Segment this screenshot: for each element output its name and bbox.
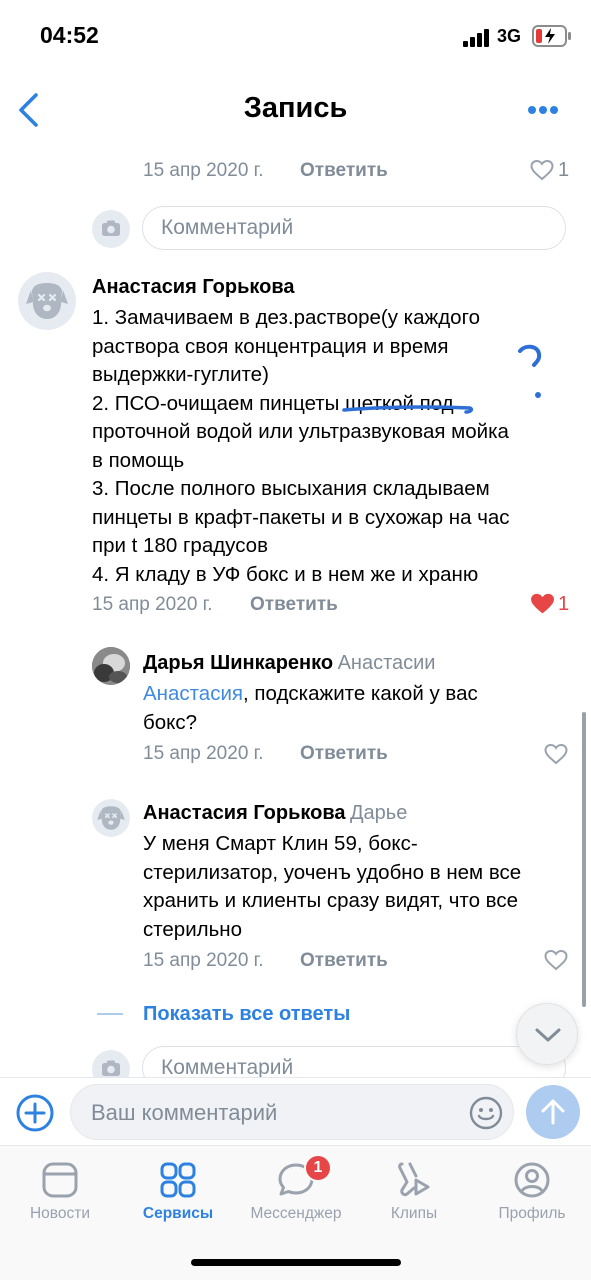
arrow-up-icon [541,1099,565,1125]
deactivated-dog-icon [97,806,125,830]
mention-link[interactable]: Анастасия [143,682,243,705]
reply-button[interactable]: Ответить [300,160,388,182]
reply-line: хранить и клиенты сразу видят, что все [143,889,518,912]
comment-input[interactable]: Ваш комментарий [70,1084,514,1140]
camera-avatar [92,210,130,248]
like-count: 1 [558,593,570,615]
comment-line: 4. Я кладу в УФ бокс и в нем же и храню [92,562,479,586]
clips-icon [398,1162,430,1197]
comment-line: 2. ПСО-очищаем пинцеты щеткой под [92,391,454,415]
battery-icon [532,25,571,47]
avatar[interactable] [18,272,76,330]
news-icon [42,1162,78,1198]
comment-date: 15 апр 2020 г. [143,160,264,181]
scroll-down-button[interactable] [516,1003,578,1065]
heart-outline-icon[interactable] [544,950,568,971]
comment-date: 15 апр 2020 г. [143,743,264,764]
comment-line: выдержки-гуглите) [92,363,269,386]
scrollbar[interactable] [582,712,586,1007]
signal-icon [463,29,489,47]
comment-field[interactable]: Комментарий [142,206,566,250]
reply-text: У меня Смарт Клин 59, бокс- стерилизатор… [143,830,573,944]
comment-line: при t 180 градусов [92,534,268,557]
comment-date: 15 апр 2020 г. [92,594,213,615]
reply-text-part: , подскажите какой у вас [243,682,478,705]
reply-header: Анастасия Горькова Дарье [143,802,407,825]
reply-line: бокс? [143,710,197,734]
profile-icon [514,1162,550,1198]
reply-line: У меня Смарт Клин 59, бокс- [143,832,418,855]
reply-to[interactable]: Дарье [350,802,407,824]
heart-outline-icon[interactable] [530,160,554,181]
comment-line: проточной водой или ультразвуковая мойка [92,420,509,443]
network-type: 3G [497,26,522,46]
comment-author[interactable]: Анастасия Горькова [92,276,295,299]
comment-line: раствора своя концентрация и время [92,334,449,358]
chevron-down-icon [535,1028,561,1042]
avatar[interactable] [92,799,130,837]
reply-line: стерилизатор, уоченъ удобно в нем все [143,860,522,884]
underline-annotation [342,405,474,414]
deactivated-dog-icon [26,283,68,319]
reply-header: Дарья Шинкаренко Анастасии [143,652,435,675]
comment-input-placeholder: Ваш комментарий [91,1100,278,1125]
services-icon [160,1162,196,1198]
unread-badge: 1 [304,1154,332,1182]
send-button[interactable] [526,1085,580,1139]
reply-line: стерильно [143,917,243,941]
page-title: Запись [243,92,348,124]
reply-author[interactable]: Анастасия Горькова [143,802,346,824]
heart-filled-icon[interactable] [530,593,555,615]
question-mark-annotation [518,344,542,398]
reply-author[interactable]: Дарья Шинкаренко [143,652,333,674]
avatar[interactable] [92,647,130,685]
emoji-icon[interactable] [469,1096,503,1130]
comment-line: в помощь [92,448,185,472]
like-count: 1 [558,159,570,181]
tab-label: Сервисы [142,1205,214,1222]
camera-icon [102,220,120,236]
add-attachment-icon[interactable] [15,1093,55,1133]
comment-line: 1. Замачиваем в дез.растворе(у каждого [92,306,480,329]
comment-text: 1. Замачиваем в дез.растворе(у каждого р… [92,304,562,589]
reply-button[interactable]: Ответить [300,743,388,765]
avatar-photo [92,647,130,685]
reply-button[interactable]: Ответить [300,950,388,972]
show-all-replies-link[interactable]: Показать все ответы [143,1003,350,1026]
reply-button[interactable]: Ответить [250,594,338,616]
comment-date: 15 апр 2020 г. [143,950,264,971]
tab-label: Профиль [498,1205,566,1222]
thread-line [97,1013,123,1015]
comment-line: 3. После полного высыхания складываем [92,477,490,500]
more-icon[interactable] [527,104,559,116]
tab-label: Новости [29,1205,90,1222]
tab-label: Мессенджер [250,1205,342,1222]
comment-line: пинцеты в крафт-пакеты и в сухожар на ча… [92,505,510,529]
status-time: 04:52 [40,22,99,48]
reply-text: Анастасия, подскажите какой у вас бокс? [143,680,563,737]
home-indicator [191,1259,401,1266]
comment-placeholder: Комментарий [161,216,294,239]
tab-label: Клипы [390,1205,438,1222]
heart-outline-icon[interactable] [544,744,568,765]
reply-to[interactable]: Анастасии [338,652,436,674]
